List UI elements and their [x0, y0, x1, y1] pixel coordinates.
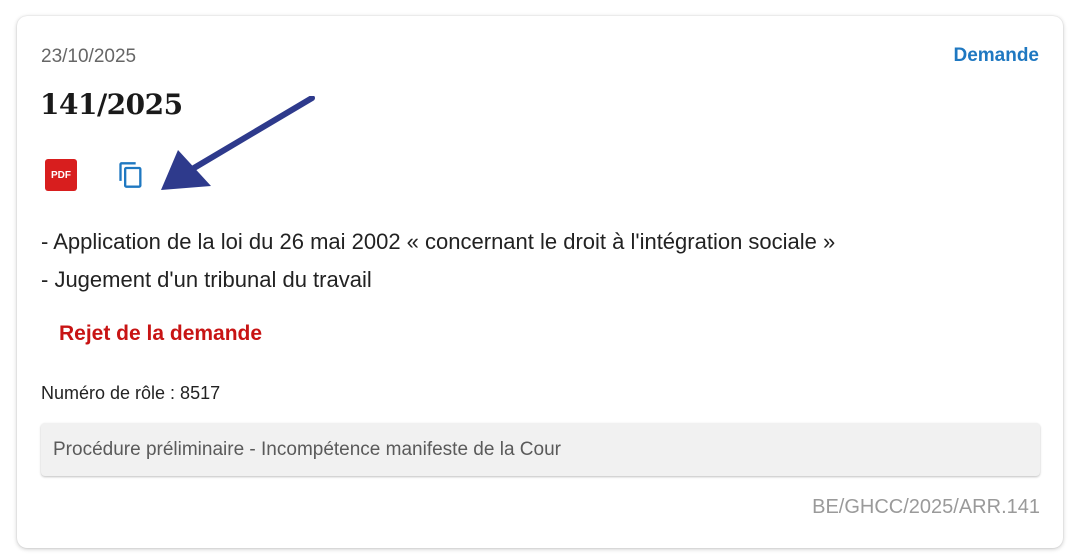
summary-item: - Jugement d'un tribunal du travail — [41, 267, 372, 292]
reference-id: BE/GHCC/2025/ARR.141 — [812, 496, 1040, 518]
role-number: Numéro de rôle : 8517 — [41, 383, 221, 403]
pdf-icon[interactable]: PDF — [45, 159, 77, 191]
judgment-date: 23/10/2025 — [41, 46, 137, 67]
copy-icon[interactable] — [117, 161, 145, 189]
summary-item: - Application de la loi du 26 mai 2002 «… — [41, 229, 836, 254]
type-link[interactable]: Demande — [953, 45, 1039, 67]
judgment-card: 23/10/2025 Demande 141/2025 PDF - Applic… — [17, 16, 1063, 548]
pdf-icon-label: PDF — [51, 169, 71, 181]
summary-list: - Application de la loi du 26 mai 2002 «… — [41, 223, 835, 299]
procedure-text: Procédure préliminaire - Incompétence ma… — [53, 438, 561, 460]
procedure-box: Procédure préliminaire - Incompétence ma… — [41, 423, 1040, 476]
judgment-title: 141/2025 — [40, 88, 183, 121]
decision-label: Rejet de la demande — [59, 322, 263, 345]
